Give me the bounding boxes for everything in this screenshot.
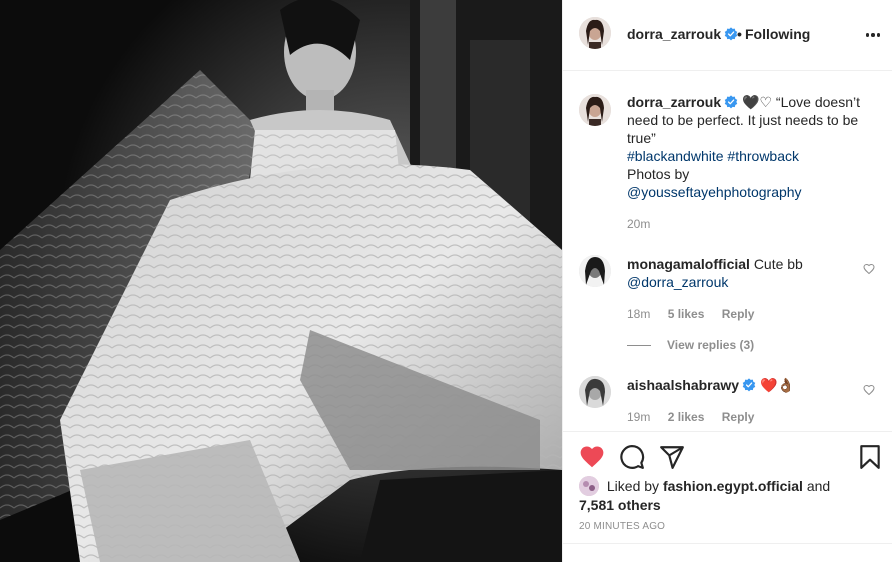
comment-like-heart-icon[interactable] — [863, 384, 875, 396]
caption-username[interactable]: dorra_zarrouk — [627, 94, 738, 110]
bookmark-icon[interactable] — [857, 444, 883, 470]
liked-by: Liked by fashion.egypt.official and 7,58… — [579, 476, 879, 514]
caption-body: dorra_zarrouk 🖤♡ “Love doesn’t need to b… — [627, 93, 877, 233]
author-avatar[interactable] — [579, 17, 611, 49]
action-bar — [563, 431, 892, 471]
comment-reply-button[interactable]: Reply — [722, 307, 755, 321]
comment-time[interactable]: 19m — [627, 410, 650, 424]
liked-by-prefix: Liked by — [606, 478, 660, 494]
commenter-username[interactable]: aishaalshabrawy — [627, 377, 756, 393]
comments-list[interactable]: dorra_zarrouk 🖤♡ “Love doesn’t need to b… — [563, 72, 892, 430]
instagram-post: dorra_zarrouk • Following dorra_zarrouk … — [0, 0, 892, 562]
comment-meta: 18m 5 likes Reply — [627, 305, 847, 323]
comment-time[interactable]: 18m — [627, 307, 650, 321]
following-button[interactable]: Following — [745, 26, 810, 42]
comment-meta: 19m 2 likes Reply — [627, 408, 847, 426]
comment-text: Cute bb — [753, 256, 803, 272]
hashtag-blackandwhite[interactable]: #blackandwhite — [627, 148, 724, 164]
commenter-avatar[interactable] — [579, 255, 611, 287]
view-replies-label[interactable]: View replies (3) — [667, 338, 754, 352]
caption-avatar[interactable] — [579, 94, 611, 126]
verified-badge-icon — [742, 378, 756, 392]
view-replies-line — [627, 344, 651, 346]
comment-icon[interactable] — [619, 444, 645, 470]
author-username-text[interactable]: dorra_zarrouk — [627, 26, 721, 42]
comment-body: monagamalofficial Cute bb @dorra_zarrouk… — [627, 255, 847, 323]
divider — [563, 543, 892, 544]
author-avatar-image — [579, 17, 611, 49]
comment-reply-button[interactable]: Reply — [722, 410, 755, 424]
comment-like-heart-icon[interactable] — [863, 263, 875, 275]
more-options-icon[interactable] — [865, 26, 881, 44]
header-separator: • — [737, 26, 742, 42]
commenter-username-text[interactable]: aishaalshabrawy — [627, 377, 739, 393]
commenter-avatar[interactable] — [579, 376, 611, 408]
verified-badge-icon — [724, 95, 738, 109]
post-timestamp[interactable]: 20 minutes ago — [579, 521, 665, 532]
caption-username-text[interactable]: dorra_zarrouk — [627, 94, 721, 110]
comment-body: aishaalshabrawy ❤️👌🏾 19m 2 likes Reply — [627, 376, 847, 426]
comment-text: ❤️👌🏾 — [759, 377, 795, 393]
liked-by-user[interactable]: fashion.egypt.official — [663, 478, 803, 494]
comment-likes[interactable]: 2 likes — [668, 410, 705, 424]
liked-by-others[interactable]: 7,581 others — [579, 497, 661, 513]
caption-meta: 20m — [627, 215, 877, 233]
liked-by-and: and — [806, 478, 831, 494]
share-icon[interactable] — [659, 444, 685, 470]
commenter-avatar-image — [579, 376, 611, 408]
liked-by-avatar[interactable] — [579, 476, 599, 496]
caption-credit-label: Photos by — [627, 166, 690, 182]
view-replies-button[interactable]: View replies (3) — [627, 338, 754, 352]
comment-likes[interactable]: 5 likes — [668, 307, 705, 321]
hashtag-throwback[interactable]: #throwback — [727, 148, 799, 164]
post-header: dorra_zarrouk • Following — [563, 0, 892, 71]
caption-hearts: 🖤♡ — [742, 94, 773, 110]
caption-time[interactable]: 20m — [627, 217, 650, 231]
caption-avatar-image — [579, 94, 611, 126]
commenter-avatar-image — [579, 255, 611, 287]
author-username[interactable]: dorra_zarrouk — [627, 26, 738, 42]
caption-credit-mention[interactable]: @yousseftayehphotography — [627, 184, 802, 200]
commenter-username[interactable]: monagamalofficial — [627, 256, 750, 272]
liked-by-avatar-image — [579, 476, 599, 496]
comment-mention[interactable]: @dorra_zarrouk — [627, 274, 728, 290]
post-photo-image — [0, 0, 562, 562]
heart-icon[interactable] — [579, 444, 605, 470]
post-photo[interactable] — [0, 0, 562, 562]
post-side-panel: dorra_zarrouk • Following dorra_zarrouk … — [562, 0, 892, 562]
